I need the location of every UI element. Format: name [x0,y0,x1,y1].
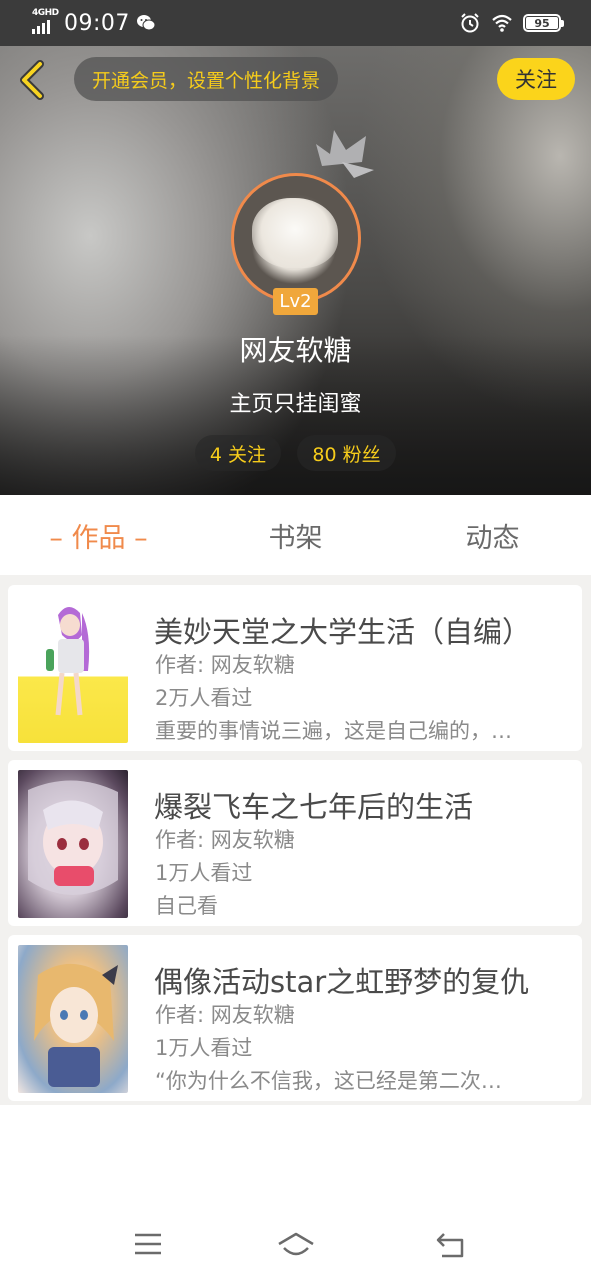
battery-icon: 95 [523,14,564,32]
work-views: 2万人看过 [155,686,253,710]
work-cover [18,595,128,743]
level-badge: Lv2 [273,288,318,315]
follow-button[interactable]: 关注 [497,58,575,100]
work-author: 作者: 网友软糖 [155,828,295,852]
tab-activity[interactable]: 动态 [394,495,591,575]
work-title: 爆裂飞车之七年后的生活 [154,790,474,824]
back-button[interactable] [12,58,52,102]
work-views: 1万人看过 [155,861,253,885]
work-cover [18,945,128,1093]
user-bio: 主页只挂闺蜜 [229,392,362,417]
work-card[interactable]: 爆裂飞车之七年后的生活 作者: 网友软糖 1万人看过 自己看 [8,760,582,926]
works-list: 美妙天堂之大学生活（自编） 作者: 网友软糖 2万人看过 重要的事情说三遍，这是… [0,575,591,1105]
vip-background-prompt[interactable]: 开通会员，设置个性化背景 [74,57,339,101]
system-nav-bar [0,1208,591,1280]
wifi-icon [492,14,512,32]
back-nav-icon[interactable] [434,1232,466,1258]
work-description: 自己看 [155,894,218,918]
work-title: 偶像活动star之虹野梦的复仇 [154,965,530,999]
status-right: 95 [459,12,564,34]
battery-level: 95 [534,16,550,30]
alarm-icon [461,13,479,33]
profile-tabs: – 作品 – 书架 动态 [0,495,591,575]
home-icon[interactable] [276,1230,316,1260]
menu-icon[interactable] [134,1232,162,1256]
profile-header: 开通会员，设置个性化背景 关注 Lv2 网友软糖 主页只挂闺蜜 4 关注 80 … [0,46,591,495]
network-type: 4GHD [32,8,59,18]
work-card[interactable]: 美妙天堂之大学生活（自编） 作者: 网友软糖 2万人看过 重要的事情说三遍，这是… [8,585,582,751]
username: 网友软糖 [239,334,352,367]
work-author: 作者: 网友软糖 [155,653,295,677]
work-views: 1万人看过 [155,1036,253,1060]
fans-count[interactable]: 80 粉丝 [297,435,396,471]
work-cover [18,770,128,918]
status-bar: 4GHD 09:07 95 [0,0,591,46]
tab-works[interactable]: – 作品 – [0,495,197,575]
status-left: 4GHD 09:07 [32,8,156,36]
work-description: 重要的事情说三遍，这是自己编的，… [155,719,512,743]
work-card[interactable]: 偶像活动star之虹野梦的复仇 作者: 网友软糖 1万人看过 “你为什么不信我，… [8,935,582,1101]
wechat-icon [136,15,156,31]
status-time: 09:07 [64,10,130,36]
cellular-signal-icon: 4GHD [32,8,59,36]
avatar[interactable] [231,173,361,303]
work-author: 作者: 网友软糖 [155,1003,295,1027]
tab-bookshelf[interactable]: 书架 [197,495,394,575]
avatar-photo [252,198,338,268]
work-description: “你为什么不信我，这已经是第二次… [155,1069,502,1093]
work-title: 美妙天堂之大学生活（自编） [154,615,532,649]
following-count[interactable]: 4 关注 [195,435,281,471]
